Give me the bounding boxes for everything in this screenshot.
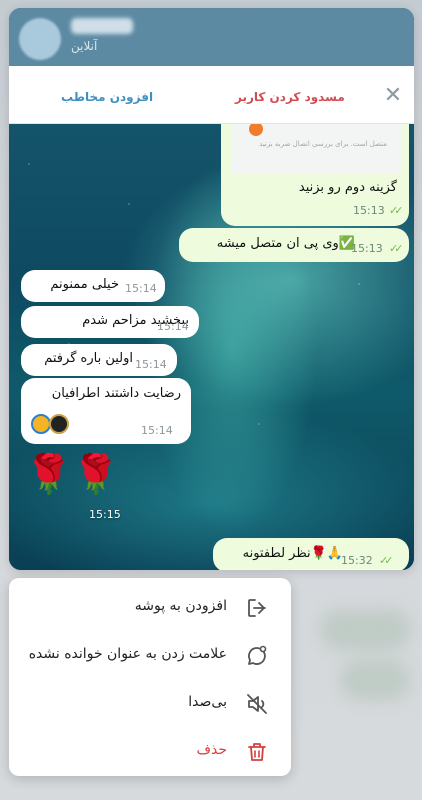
message-bubble[interactable]: رضایت داشتند اطرافیان 15:14 bbox=[21, 378, 191, 444]
message-area: متصل است. برای بررسی اتصال ضربه بزنید گز… bbox=[9, 124, 414, 570]
avatar bbox=[19, 18, 61, 60]
reaction-avatar bbox=[49, 414, 69, 434]
message-text: اولین باره گرفتم bbox=[44, 351, 133, 366]
read-check-icon: ✓✓ bbox=[379, 554, 394, 567]
message-bubble[interactable]: خیلی ممنونم 15:14 bbox=[21, 270, 165, 302]
message-text: وی پی ان متصل میشه✅ bbox=[216, 236, 355, 251]
message-time: 15:14 bbox=[135, 358, 167, 371]
trash-icon bbox=[248, 743, 266, 761]
message-bubble[interactable]: اولین باره گرفتم 15:14 bbox=[21, 344, 177, 376]
message-time: 15:14 bbox=[125, 282, 157, 295]
message-time: 15:15 bbox=[89, 508, 121, 521]
chat-header: آنلاین bbox=[9, 8, 414, 66]
contact-name-blurred bbox=[71, 18, 133, 34]
online-status: آنلاین bbox=[71, 39, 98, 53]
close-icon[interactable]: ✕ bbox=[382, 85, 404, 107]
add-contact-button[interactable]: افزودن مخاطب bbox=[61, 90, 153, 104]
message-time: 15:13 bbox=[351, 242, 383, 255]
message-text: نظر لطفتونه🌹🙏 bbox=[242, 546, 343, 561]
message-text: گزینه دوم رو بزنید bbox=[298, 180, 397, 195]
screenshot-image: متصل است. برای بررسی اتصال ضربه بزنید bbox=[231, 124, 401, 174]
menu-item-label: بی‌صدا bbox=[188, 694, 227, 710]
message-text: رضایت داشتند اطرافیان bbox=[51, 386, 181, 401]
action-bar: ✕ مسدود کردن کاربر افزودن مخاطب bbox=[9, 66, 414, 124]
reaction-icon bbox=[31, 414, 51, 434]
mute-icon bbox=[247, 694, 267, 714]
menu-item-mark-unread[interactable]: علامت زدن به عنوان خوانده نشده bbox=[9, 632, 291, 680]
block-user-button[interactable]: مسدود کردن کاربر bbox=[235, 90, 345, 104]
rose-sticker[interactable]: 🌹🌹 bbox=[25, 454, 120, 494]
menu-item-label: افزودن به پوشه bbox=[134, 598, 227, 614]
message-bubble[interactable]: وی پی ان متصل میشه✅ 15:13 ✓✓ bbox=[179, 228, 409, 262]
blurred-list-item bbox=[340, 660, 410, 700]
menu-item-label: علامت زدن به عنوان خوانده نشده bbox=[28, 646, 227, 662]
blurred-list-item bbox=[320, 610, 410, 650]
message-time: 15:14 bbox=[157, 320, 189, 333]
context-menu: افزودن به پوشه علامت زدن به عنوان خوانده… bbox=[9, 578, 291, 776]
message-text: خیلی ممنونم bbox=[50, 277, 119, 292]
menu-item-label: حذف bbox=[196, 742, 227, 758]
message-time: 15:13 bbox=[353, 204, 385, 217]
screenshot-caption: متصل است. برای بررسی اتصال ضربه بزنید bbox=[259, 140, 387, 148]
app-icon bbox=[249, 124, 263, 136]
menu-item-add-to-folder[interactable]: افزودن به پوشه bbox=[9, 584, 291, 632]
menu-item-delete[interactable]: حذف bbox=[9, 728, 291, 776]
message-time: 15:14 bbox=[141, 424, 173, 437]
mark-unread-icon bbox=[248, 645, 267, 665]
menu-item-mute[interactable]: بی‌صدا bbox=[9, 680, 291, 728]
message-bubble[interactable]: نظر لطفتونه🌹🙏 15:32 ✓✓ bbox=[213, 538, 409, 570]
message-bubble[interactable]: ببخشید مزاحم شدم 15:14 bbox=[21, 306, 199, 338]
chat-preview[interactable]: آنلاین ✕ مسدود کردن کاربر افزودن مخاطب م… bbox=[9, 8, 414, 570]
message-time: 15:32 bbox=[341, 554, 373, 567]
read-check-icon: ✓✓ bbox=[389, 204, 404, 217]
message-bubble[interactable]: متصل است. برای بررسی اتصال ضربه بزنید گز… bbox=[221, 124, 409, 226]
folder-add-icon bbox=[248, 599, 266, 617]
read-check-icon: ✓✓ bbox=[389, 242, 404, 255]
